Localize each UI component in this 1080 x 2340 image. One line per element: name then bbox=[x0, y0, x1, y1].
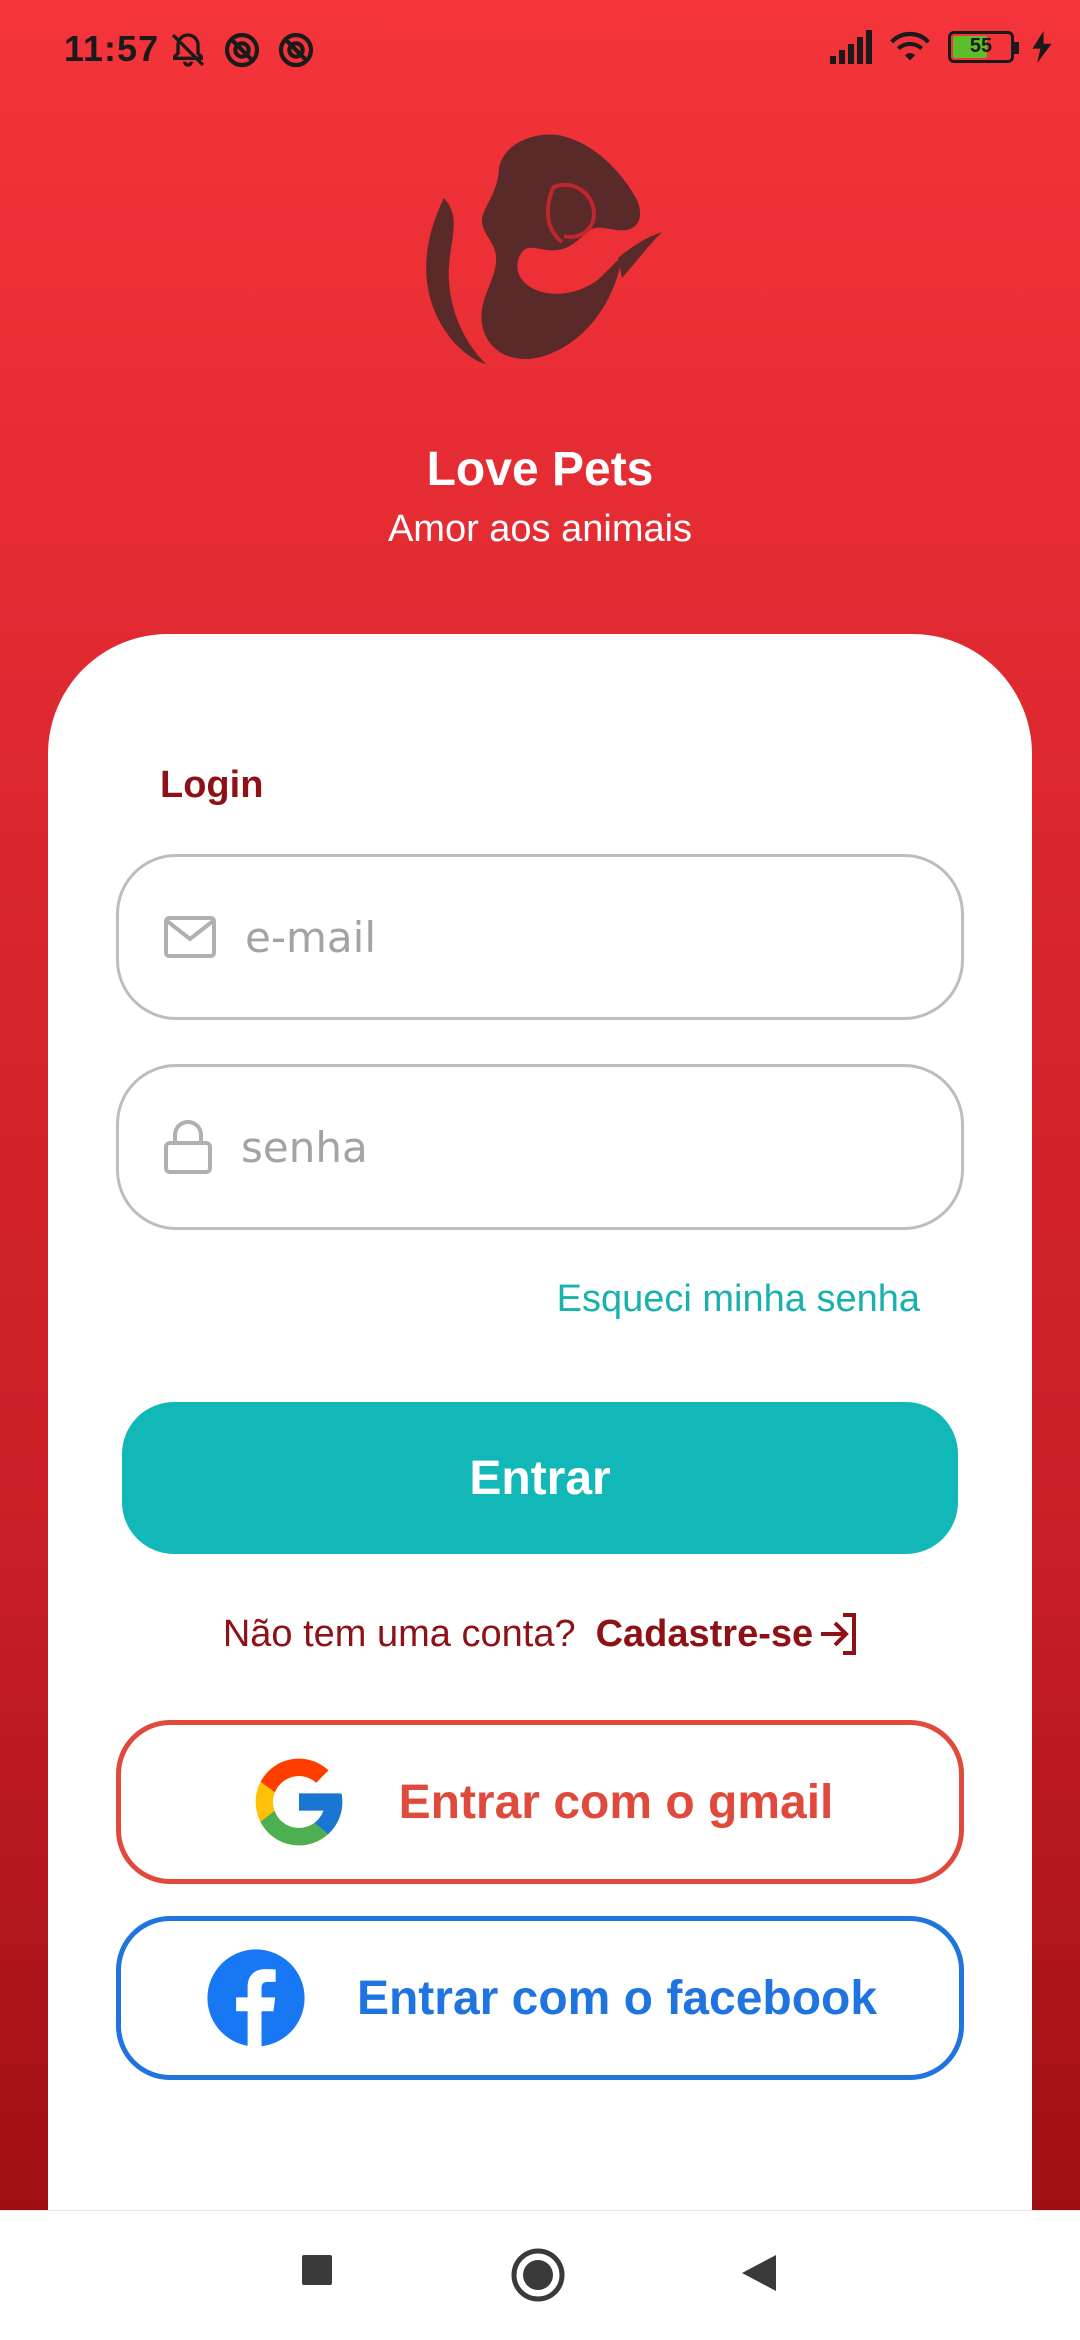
facebook-icon bbox=[207, 1949, 305, 2047]
recent-apps-button[interactable] bbox=[300, 2253, 334, 2287]
signup-link-label: Cadastre-se bbox=[595, 1612, 814, 1655]
status-bar: 11:57 55 bbox=[0, 0, 1080, 100]
password-input[interactable] bbox=[241, 1122, 881, 1172]
battery-tip bbox=[1014, 42, 1019, 54]
mail-icon bbox=[164, 916, 216, 958]
forgot-password-link[interactable]: Esqueci minha senha bbox=[557, 1278, 920, 1321]
back-button[interactable] bbox=[740, 2253, 778, 2293]
google-login-label: Entrar com o gmail bbox=[398, 1775, 834, 1829]
lock-icon bbox=[164, 1120, 212, 1174]
battery-icon: 55 bbox=[948, 31, 1019, 63]
facebook-login-button[interactable]: Entrar com o facebook bbox=[116, 1916, 964, 2080]
blocked-icon bbox=[278, 32, 314, 68]
blocked-icon bbox=[224, 32, 260, 68]
login-arrow-icon bbox=[821, 1613, 857, 1655]
app-title: Love Pets bbox=[426, 443, 654, 496]
status-icons-right: 55 bbox=[830, 30, 1052, 64]
enter-button[interactable]: Entrar bbox=[122, 1402, 958, 1554]
app-subtitle: Amor aos animais bbox=[387, 508, 693, 550]
signup-row: Não tem uma conta? Cadastre-se bbox=[0, 1612, 1080, 1656]
password-field[interactable] bbox=[116, 1064, 964, 1230]
love-pets-logo bbox=[426, 134, 662, 364]
notifications-off-icon bbox=[171, 33, 205, 67]
charging-icon bbox=[1032, 31, 1052, 63]
google-icon bbox=[255, 1758, 342, 1846]
facebook-login-label: Entrar com o facebook bbox=[356, 1971, 878, 2025]
status-time: 11:57 bbox=[64, 28, 160, 69]
google-login-button[interactable]: Entrar com o gmail bbox=[116, 1720, 964, 1884]
login-heading: Login bbox=[160, 764, 264, 806]
wifi-icon bbox=[890, 31, 930, 61]
email-input[interactable] bbox=[245, 912, 885, 962]
signup-prompt: Não tem uma conta? bbox=[222, 1612, 576, 1655]
email-field[interactable] bbox=[116, 854, 964, 1020]
battery-level: 55 bbox=[969, 35, 993, 57]
signup-link[interactable]: Cadastre-se bbox=[596, 1612, 858, 1656]
navigation-bar bbox=[0, 2210, 1080, 2340]
status-icons-left bbox=[168, 30, 316, 70]
signal-icon bbox=[830, 30, 872, 64]
home-button[interactable] bbox=[510, 2247, 566, 2303]
